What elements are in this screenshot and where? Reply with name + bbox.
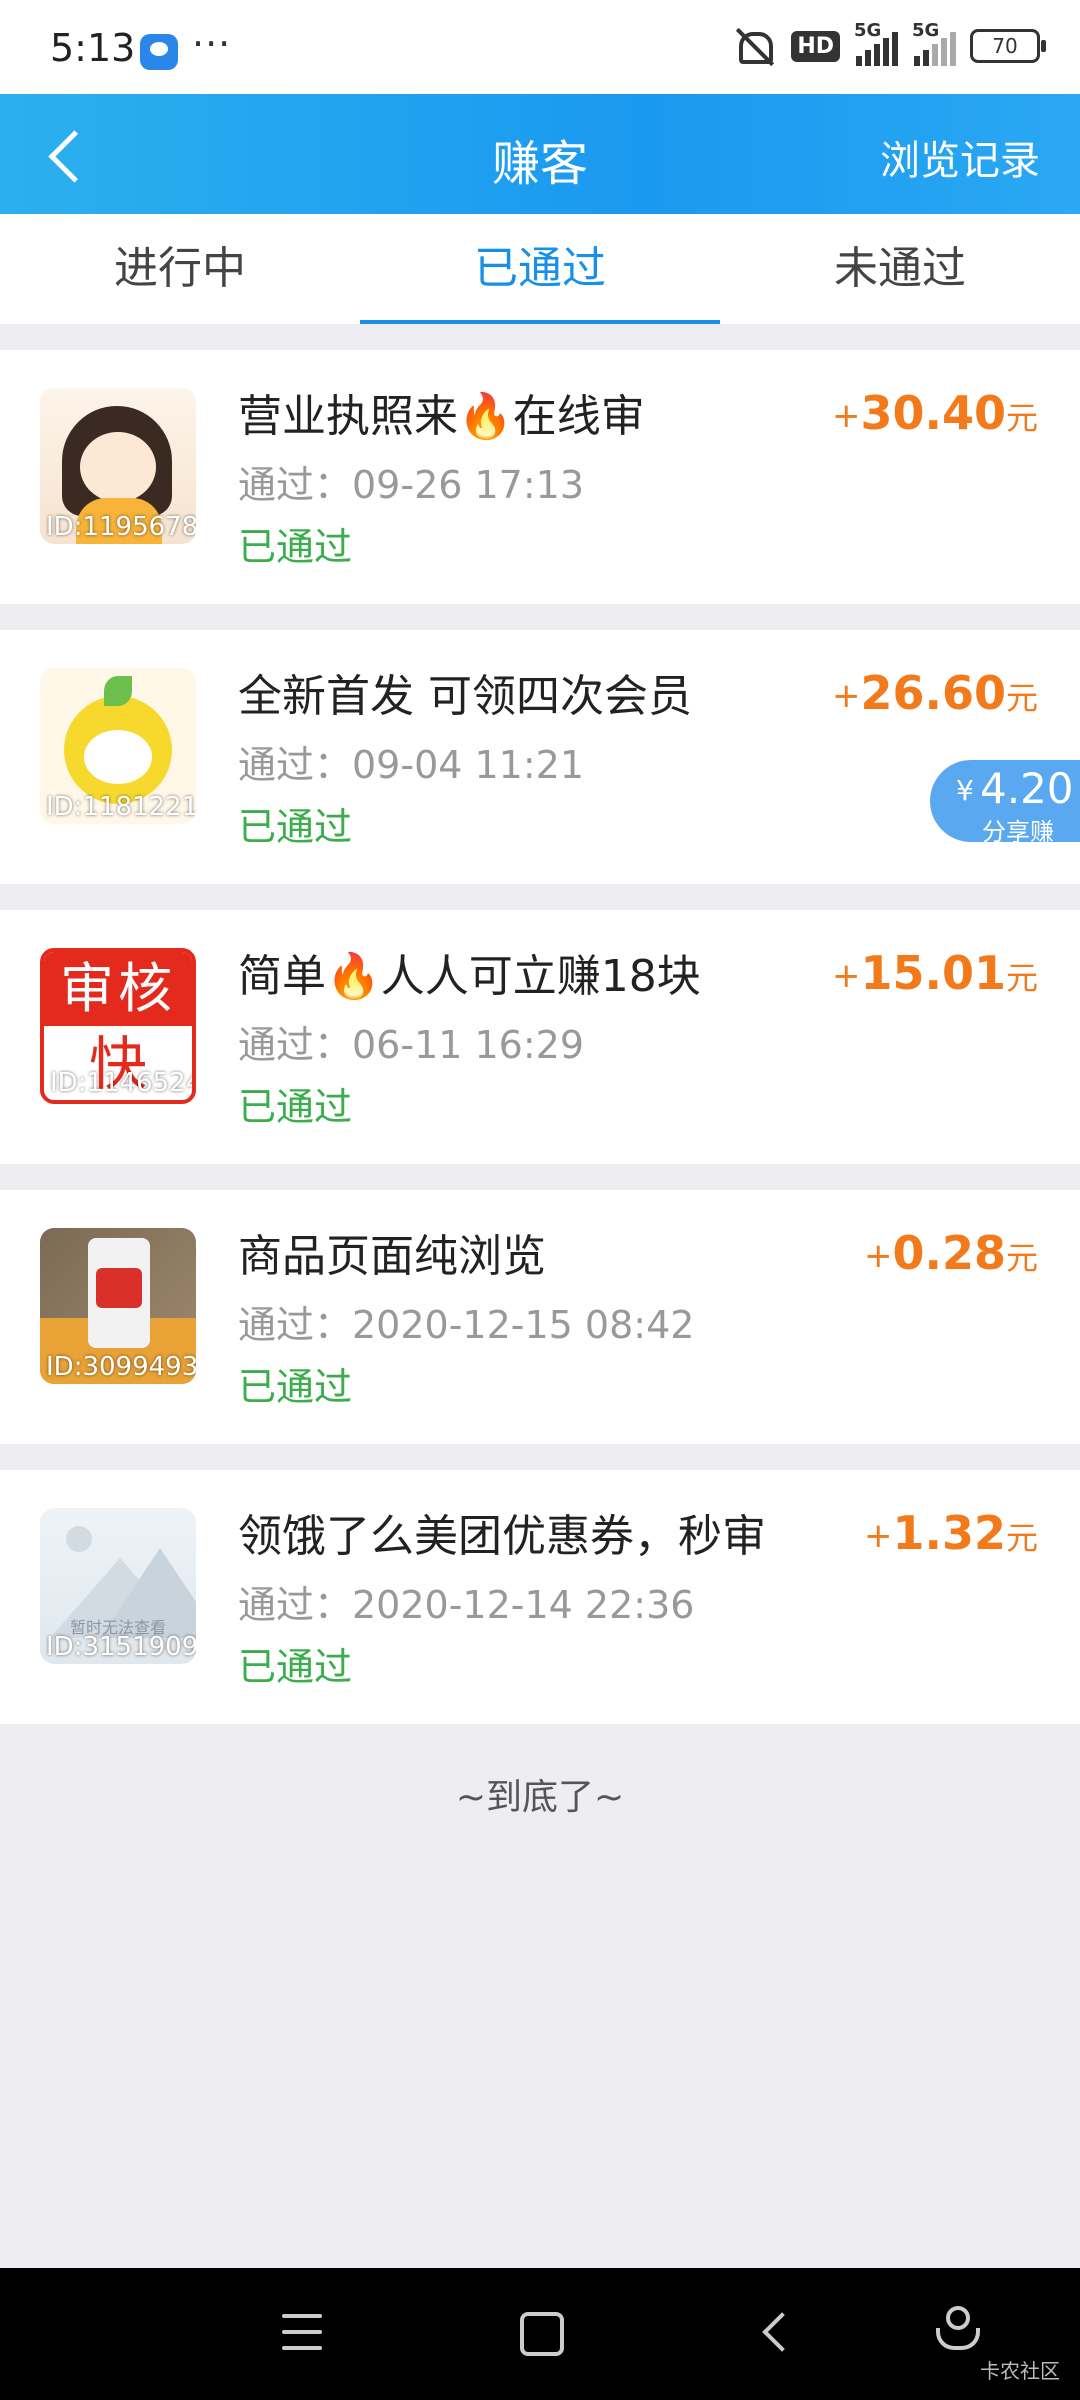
header-bar: 赚客 浏览记录 <box>0 94 1080 214</box>
tab-rejected[interactable]: 未通过 <box>720 214 1080 324</box>
mute-icon <box>733 24 777 68</box>
task-status: 已通过 <box>238 525 353 569</box>
task-title: 领饿了么美团优惠券，秒审 <box>238 1511 766 1562</box>
task-card[interactable]: ID:11956781 营业执照来🔥在线审 通过：09-26 17:13 已通过… <box>0 350 1080 604</box>
task-approved-time: 通过：06-11 16:29 <box>238 1023 585 1067</box>
task-thumbnail: 暂时无法查看 ID:3151909 <box>40 1508 196 1664</box>
reward-unit: 元 <box>1005 679 1038 717</box>
task-id: ID:3099493 <box>46 1352 196 1382</box>
thumb-text-top: 审核 <box>44 952 192 1026</box>
reward-unit: 元 <box>1005 1519 1038 1557</box>
task-reward: +26.60元 <box>832 666 1038 720</box>
watermark: 卡农社区 <box>980 2359 1060 2383</box>
network-type-label: 5G <box>854 20 882 41</box>
reward-amount: 1.32 <box>892 1506 1006 1560</box>
reward-sign: + <box>863 1236 893 1276</box>
signal-icon-2: 5G <box>912 20 956 66</box>
share-amount: 4.20 <box>980 764 1074 813</box>
task-reward: +0.28元 <box>864 1226 1038 1280</box>
task-approved-time: 通过：09-04 11:21 <box>238 743 585 787</box>
task-approved-time: 通过：2020-12-14 22:36 <box>238 1583 695 1627</box>
task-status: 已通过 <box>238 805 353 849</box>
task-status: 已通过 <box>238 1645 353 1689</box>
task-approved-time: 通过：09-26 17:13 <box>238 463 585 507</box>
task-status: 已通过 <box>238 1365 353 1409</box>
task-title: 全新首发 可领四次会员 <box>238 671 692 722</box>
task-card[interactable]: 审核 快 ID:11465249 简单🔥人人可立赚18块 通过：06-11 16… <box>0 910 1080 1164</box>
status-bar: 5:13 ··· HD 5G 5G 70 <box>0 0 1080 94</box>
task-thumbnail: ID:11956781 <box>40 388 196 544</box>
share-label: 分享赚 <box>982 818 1054 846</box>
share-earn-badge[interactable]: ¥ 4.20 分享赚 <box>930 760 1080 846</box>
task-card[interactable]: 暂时无法查看 ID:3151909 领饿了么美团优惠券，秒审 通过：2020-1… <box>0 1470 1080 1724</box>
assistant-icon[interactable] <box>936 2306 980 2350</box>
hd-badge: HD <box>791 30 840 62</box>
more-notifications-icon: ··· <box>192 22 232 66</box>
status-indicators: HD 5G 5G 70 <box>733 20 1046 68</box>
task-list: ID:11956781 营业执照来🔥在线审 通过：09-26 17:13 已通过… <box>0 350 1080 1750</box>
task-thumbnail: ID:3099493 <box>40 1228 196 1384</box>
task-title: 营业执照来🔥在线审 <box>238 391 645 442</box>
task-card[interactable]: ID:11812210 全新首发 可领四次会员 通过：09-04 11:21 已… <box>0 630 1080 884</box>
task-card[interactable]: ID:3099493 商品页面纯浏览 通过：2020-12-15 08:42 已… <box>0 1190 1080 1444</box>
task-status: 已通过 <box>238 1085 353 1129</box>
task-approved-time: 通过：2020-12-15 08:42 <box>238 1303 695 1347</box>
task-id: ID:3151909 <box>46 1632 196 1662</box>
end-of-list-text: ~到底了~ <box>455 1777 625 1818</box>
reward-unit: 元 <box>1005 399 1038 437</box>
system-nav-bar: 卡农社区 <box>0 2268 1080 2400</box>
reward-unit: 元 <box>1005 1239 1038 1277</box>
task-title: 简单🔥人人可立赚18块 <box>238 951 701 1002</box>
reward-amount: 15.01 <box>860 946 1006 1000</box>
status-tabs: 进行中 已通过 未通过 <box>0 214 1080 324</box>
tab-in-progress[interactable]: 进行中 <box>0 214 360 324</box>
reward-amount: 30.40 <box>860 386 1006 440</box>
task-title: 商品页面纯浏览 <box>238 1231 546 1282</box>
task-thumbnail: 审核 快 ID:11465249 <box>40 948 196 1104</box>
task-id: ID:11812210 <box>46 792 196 822</box>
baidu-app-icon <box>140 34 178 70</box>
home-icon[interactable] <box>520 2312 564 2356</box>
task-reward: +1.32元 <box>864 1506 1038 1560</box>
browse-history-button[interactable]: 浏览记录 <box>880 128 1040 186</box>
system-back-icon[interactable] <box>762 2312 802 2352</box>
reward-sign: + <box>831 956 861 996</box>
task-id: ID:11465249 <box>50 1068 192 1098</box>
status-time: 5:13 <box>50 26 136 70</box>
signal-icon: 5G <box>854 20 898 66</box>
menu-icon[interactable] <box>282 2314 322 2354</box>
reward-sign: + <box>863 1516 893 1556</box>
network-type-label-2: 5G <box>912 20 940 41</box>
task-reward: +30.40元 <box>832 386 1038 440</box>
task-reward: +15.01元 <box>832 946 1038 1000</box>
battery-icon: 70 <box>970 29 1046 63</box>
reward-unit: 元 <box>1005 959 1038 997</box>
tab-approved[interactable]: 已通过 <box>360 214 720 324</box>
reward-amount: 0.28 <box>892 1226 1006 1280</box>
reward-amount: 26.60 <box>860 666 1006 720</box>
reward-sign: + <box>831 676 861 716</box>
task-thumbnail: ID:11812210 <box>40 668 196 824</box>
reward-sign: + <box>831 396 861 436</box>
yen-icon: ¥ <box>956 774 974 807</box>
task-id: ID:11956781 <box>46 512 196 542</box>
